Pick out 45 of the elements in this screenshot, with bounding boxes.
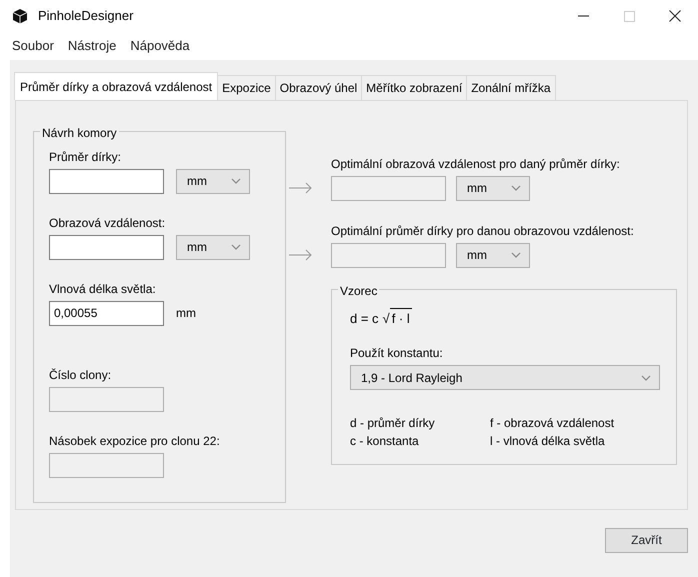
- close-dialog-button[interactable]: Zavřít: [605, 528, 688, 552]
- output-field[interactable]: [331, 176, 446, 200]
- menu-item[interactable]: Nápověda: [130, 36, 190, 56]
- input-field[interactable]: [49, 168, 164, 194]
- input-field[interactable]: [49, 386, 164, 412]
- output-field[interactable]: [331, 242, 446, 268]
- input-field[interactable]: [49, 452, 164, 478]
- unit-label: mm: [176, 305, 196, 322]
- close-icon: [669, 10, 681, 22]
- field-label: Optimální průměr dírky pro danou obrazovou vzdálenost:: [331, 222, 635, 240]
- chevron-icon: [511, 251, 521, 259]
- chevron-icon: [231, 177, 241, 185]
- unit-dropdown[interactable]: mm: [176, 234, 250, 260]
- field-label: Vlnová délka světla:: [49, 280, 157, 298]
- arrow-icon: [289, 182, 313, 194]
- legend-text: f - obrazová vzdálenost: [490, 415, 614, 432]
- field-label: Optimální obrazová vzdálenost pro daný průměr dírky:: [331, 156, 621, 172]
- chevron-icon: [641, 374, 651, 382]
- field-label: Obrazová vzdálenost:: [49, 214, 166, 232]
- input-field[interactable]: 0,00055: [49, 300, 164, 326]
- tab[interactable]: Průměr dírky a obrazová vzdálenost: [14, 72, 218, 100]
- unit-dropdown[interactable]: mm: [176, 168, 250, 194]
- field-label: Průměr dírky:: [49, 148, 122, 166]
- field-label: Číslo clony:: [49, 366, 112, 384]
- input-field[interactable]: [49, 234, 164, 260]
- field-label: Násobek expozice pro clonu 22:: [49, 432, 221, 450]
- legend-text: d - průměr dírky: [350, 415, 436, 432]
- formula-text: d = c: [350, 310, 379, 328]
- field-label: Použít konstantu:: [350, 345, 444, 362]
- radical-sign: √: [382, 310, 390, 328]
- chevron-icon: [231, 243, 241, 251]
- arrow-icon: [289, 249, 313, 261]
- unit-dropdown[interactable]: mm: [456, 242, 530, 268]
- maximize-icon: [624, 10, 634, 22]
- legend-text: l - vlnová délka světla: [490, 433, 605, 450]
- tab[interactable]: Zonální mřížka: [466, 74, 556, 100]
- menu-item[interactable]: Soubor: [12, 36, 54, 56]
- menu-item[interactable]: Nástroje: [68, 36, 116, 56]
- legend-text: c - konstanta: [350, 433, 420, 450]
- window-title: PinholeDesigner: [38, 7, 134, 26]
- chevron-icon: [511, 184, 521, 192]
- radicand-text: f · l: [390, 308, 412, 328]
- unit-dropdown[interactable]: mm: [456, 176, 530, 200]
- constant-dropdown[interactable]: 1,9 - Lord Rayleigh: [350, 365, 660, 390]
- cube-icon: [12, 8, 28, 24]
